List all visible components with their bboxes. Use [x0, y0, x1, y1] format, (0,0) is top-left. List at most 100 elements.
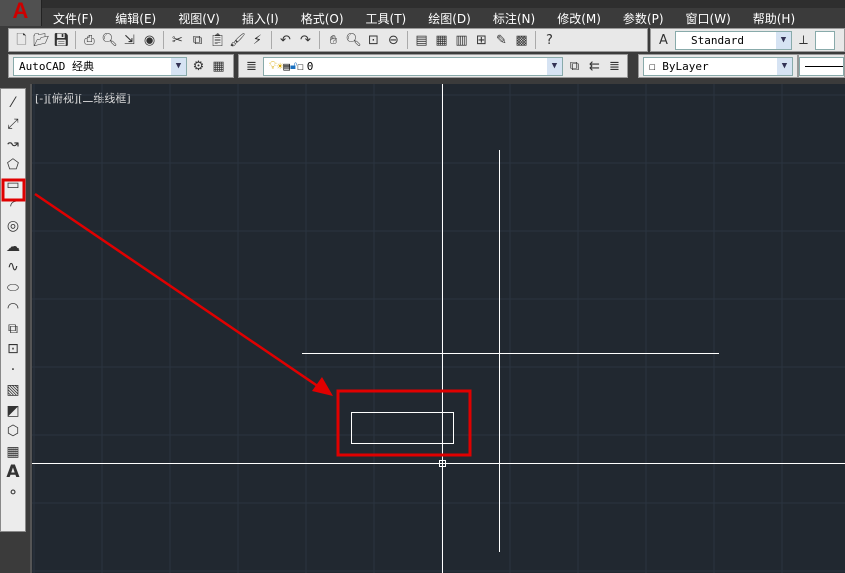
menu-item-7[interactable]: 标注(N)	[482, 10, 546, 27]
toolbar-separator	[407, 31, 408, 49]
toolbar-separator	[319, 31, 320, 49]
pan-icon[interactable]: ✋︎	[325, 32, 342, 49]
menu-bar: 文件(F) 编辑(E) 视图(V) 插入(I) 格式(O) 工具(T) 绘图(D) 标注(N)…	[42, 8, 845, 28]
table-icon[interactable]: ▦	[3, 442, 23, 463]
spline-icon[interactable]: ∿	[3, 257, 23, 278]
text-style-icon[interactable]: A	[655, 32, 672, 49]
drawing-canvas[interactable]: [-][俯视][二维线框]	[30, 84, 845, 573]
revision-cloud-icon[interactable]: ☁	[3, 237, 23, 258]
layer-color-swatch: ☐	[297, 59, 304, 73]
workspaces-toolbar: AutoCAD 经典 ▼ ⚙ ▦	[8, 54, 234, 78]
menu-item-6[interactable]: 绘图(D)	[417, 10, 482, 27]
viewport-controls-label[interactable]: [-][俯视][二维线框]	[35, 90, 131, 106]
block-editor-icon[interactable]: ⚡	[249, 32, 266, 49]
layers-toolbar: ≣ 💡︎ ☀ ▤ 🔓︎ ☐ 0 ▼ ⧉ ⇇ ≣	[238, 54, 628, 78]
autocad-logo: A	[12, 0, 29, 23]
make-current-layer-icon[interactable]: ⧉	[566, 58, 583, 75]
linetype-preview	[805, 65, 843, 67]
construction-line-icon[interactable]: ⤢	[3, 114, 23, 135]
new-icon[interactable]: 🗋	[13, 32, 30, 49]
chevron-down-icon[interactable]: ▼	[171, 57, 186, 75]
hatch-icon[interactable]: ▧	[3, 380, 23, 401]
menu-item-4[interactable]: 格式(O)	[290, 10, 355, 27]
ellipse-arc-icon[interactable]: ◠	[3, 298, 23, 319]
design-center-icon[interactable]: ▦	[433, 32, 450, 49]
rectangle-icon[interactable]: ▭	[3, 175, 23, 196]
sheet-set-icon[interactable]: ⊞	[473, 32, 490, 49]
chevron-down-icon[interactable]: ▼	[547, 57, 562, 75]
toolbar-separator	[163, 31, 164, 49]
arc-icon[interactable]: ◜	[3, 196, 23, 217]
chevron-down-icon[interactable]: ▼	[776, 31, 791, 49]
toolbar-separator	[535, 31, 536, 49]
text-style-select[interactable]: Standard ▼	[675, 30, 792, 50]
zoom-previous-icon[interactable]: ⊖	[385, 32, 402, 49]
insert-block-icon[interactable]: ⧉	[3, 319, 23, 340]
menu-item-8[interactable]: 修改(M)	[546, 10, 612, 27]
make-block-icon[interactable]: ⊡	[3, 339, 23, 360]
tool-palettes-icon[interactable]: ▥	[453, 32, 470, 49]
save-icon[interactable]: 💾︎	[53, 32, 70, 49]
print-icon[interactable]: ⎙	[81, 32, 98, 49]
layer-properties-icon[interactable]: ≣	[243, 58, 260, 75]
styles-toolbar: A Standard ▼ ⟂	[650, 28, 845, 52]
linetype-select[interactable]	[799, 56, 844, 76]
standard-toolbar: 🗋 📂︎ 💾︎ ⎙ 🔍︎ ⇲ ◉ ✂ ⧉ 📋︎ 🖌︎ ⚡ ↶ ↷ ✋︎ 🔍︎ ⊡ ⊖ ▤ ▦ ▥ ⊞ ✎ ▩?	[8, 28, 648, 52]
dimension-style-icon[interactable]: ⟂	[795, 32, 812, 49]
menu-item-10[interactable]: 窗口(W)	[675, 10, 742, 27]
draw-toolbar: ⁄ ⤢ ↝ ⬠ ▭ ◜ ◎ ☁ ∿ ⬭ ◠ ⧉ ⊡ · ▧ ◩ ⬡ ▦ A ⚬	[0, 88, 26, 532]
line-icon[interactable]: ⁄	[3, 93, 23, 114]
publish-icon[interactable]: ⇲	[121, 32, 138, 49]
zoom-window-icon[interactable]: ⊡	[365, 32, 382, 49]
undo-icon[interactable]: ↶	[277, 32, 294, 49]
add-selected-icon[interactable]: ⚬	[3, 483, 23, 504]
layer-states-icon[interactable]: ≣	[606, 58, 623, 75]
properties-toolbar: ☐ ByLayer ▼	[638, 54, 798, 78]
region-icon[interactable]: ⬡	[3, 421, 23, 442]
menu-item-5[interactable]: 工具(T)	[355, 10, 418, 27]
copy-icon[interactable]: ⧉	[189, 32, 206, 49]
toolbar-separator	[75, 31, 76, 49]
layer-value: 0	[306, 59, 314, 73]
match-properties-icon[interactable]: 🖌︎	[229, 32, 246, 49]
dimension-style-select[interactable]	[815, 30, 835, 50]
multiline-text-icon[interactable]: A	[3, 462, 23, 483]
polygon-icon[interactable]: ⬠	[3, 155, 23, 176]
title-bar	[0, 0, 845, 8]
open-icon[interactable]: 📂︎	[33, 32, 50, 49]
print-preview-icon[interactable]: 🔍︎	[101, 32, 118, 49]
circle-icon[interactable]: ◎	[3, 216, 23, 237]
cut-icon[interactable]: ✂	[169, 32, 186, 49]
calculator-icon[interactable]: ▩	[513, 32, 530, 49]
menu-item-2[interactable]: 视图(V)	[167, 10, 231, 27]
paste-icon[interactable]: 📋︎	[209, 32, 226, 49]
workspace-settings-icon[interactable]: ⚙	[190, 58, 207, 75]
gradient-icon[interactable]: ◩	[3, 401, 23, 422]
toolbar-separator	[271, 31, 272, 49]
menu-item-9[interactable]: 参数(P)	[612, 10, 675, 27]
workspace-select[interactable]: AutoCAD 经典 ▼	[13, 56, 187, 76]
point-icon[interactable]: ·	[3, 360, 23, 381]
redo-icon[interactable]: ↷	[297, 32, 314, 49]
ellipse-icon[interactable]: ⬭	[3, 278, 23, 299]
application-menu-button[interactable]: A	[0, 0, 42, 26]
layer-select[interactable]: 💡︎ ☀ ▤ 🔓︎ ☐ 0 ▼	[263, 56, 563, 76]
lock-ui-icon[interactable]: ▦	[210, 58, 227, 75]
layer-thaw-icon: ☀	[276, 59, 284, 73]
menu-item-0[interactable]: 文件(F)	[42, 10, 104, 27]
chevron-down-icon[interactable]: ▼	[777, 57, 792, 75]
menu-item-1[interactable]: 编辑(E)	[104, 10, 167, 27]
zoom-realtime-icon[interactable]: 🔍︎	[345, 32, 362, 49]
workspace-value: AutoCAD 经典	[19, 60, 94, 73]
markup-icon[interactable]: ✎	[493, 32, 510, 49]
color-select[interactable]: ☐ ByLayer ▼	[643, 56, 793, 76]
menu-item-3[interactable]: 插入(I)	[231, 10, 290, 27]
menu-item-11[interactable]: 帮助(H)	[742, 10, 806, 27]
3d-dwf-icon[interactable]: ◉	[141, 32, 158, 49]
polyline-icon[interactable]: ↝	[3, 134, 23, 155]
properties-icon[interactable]: ▤	[413, 32, 430, 49]
layer-unlock-icon: 🔓︎	[289, 59, 298, 72]
layer-previous-icon[interactable]: ⇇	[586, 58, 603, 75]
help-icon[interactable]: ?	[541, 32, 558, 49]
layer-on-icon: 💡︎	[269, 59, 277, 72]
